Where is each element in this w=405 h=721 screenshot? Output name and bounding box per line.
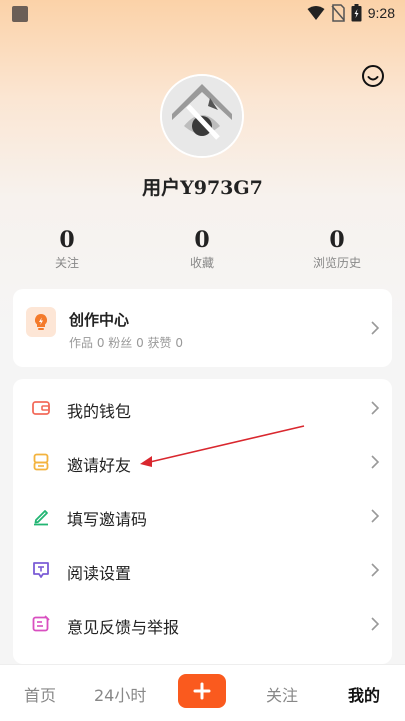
create-post-button[interactable] [178,674,226,708]
menu-item-enter-invite-code-label: 填写邀请码 [67,510,148,529]
stat-following[interactable]: 0 关注 [22,228,112,271]
battery-icon [351,4,362,22]
plus-icon [193,682,211,700]
reading-settings-icon [33,562,49,578]
menu-item-wallet-label: 我的钱包 [67,402,132,421]
menu-item-enter-invite-code[interactable]: 填写邀请码 [13,489,392,543]
stat-history-value: 0 [329,227,345,253]
no-sim-icon [331,4,345,22]
avatar[interactable] [160,74,244,158]
username: 用户Y973G7 [142,177,263,199]
creator-center-title: 创作中心 [69,311,130,329]
tab-24-hours[interactable]: 24小时 [94,682,146,706]
menu-item-feedback-report-label: 意见反馈与举报 [67,618,180,637]
stat-favorites[interactable]: 0 收藏 [157,228,247,271]
wallet-icon [32,401,50,415]
lightbulb-icon [26,307,56,337]
creator-center-subtitle: 作品 0 粉丝 0 获赞 0 [69,336,183,350]
menu-item-reading-settings-label: 阅读设置 [67,564,132,583]
menu-item-invite-friends[interactable]: 邀请好友 [13,435,392,489]
invite-icon [33,453,49,471]
stat-following-label: 关注 [54,256,79,270]
menu-item-feedback-report[interactable]: 意见反馈与举报 [13,597,392,651]
menu-item-wallet[interactable]: 我的钱包 [13,381,392,435]
smiley-face-icon[interactable] [361,64,385,88]
tab-mine[interactable]: 我的 [348,682,380,706]
status-bar: 9:28 [0,0,405,30]
chevron-right-icon [371,563,380,577]
wifi-icon [307,6,325,20]
creator-center-card[interactable]: 创作中心 作品 0 粉丝 0 获赞 0 [13,289,392,367]
tab-following[interactable]: 关注 [266,682,298,706]
chevron-right-icon [371,455,380,469]
chevron-right-icon [371,321,380,335]
stat-favorites-label: 收藏 [189,256,214,270]
menu-item-reading-settings[interactable]: 阅读设置 [13,543,392,597]
default-avatar-icon [162,76,242,156]
chevron-right-icon [371,401,380,415]
menu-card: 我的钱包 邀请好友 填写邀请码 阅读设置 意见反馈与举报 [13,379,392,664]
status-time: 9:28 [367,5,395,21]
stat-following-value: 0 [59,227,75,253]
notification-icon [12,6,28,22]
chevron-right-icon [371,509,380,523]
status-icons: 9:28 [307,4,395,22]
stat-history-label: 浏览历史 [312,256,361,270]
stat-favorites-value: 0 [194,227,210,253]
bottom-tab-bar: 首页 24小时 关注 我的 [0,664,405,721]
menu-item-invite-friends-label: 邀请好友 [67,456,132,475]
tab-home[interactable]: 首页 [24,682,56,706]
chevron-right-icon [371,617,380,631]
feedback-icon [32,615,50,632]
pen-icon [34,510,48,526]
header-background [0,0,405,330]
stat-history[interactable]: 0 浏览历史 [292,228,382,271]
profile-stats: 0 关注 0 收藏 0 浏览历史 [0,228,405,274]
